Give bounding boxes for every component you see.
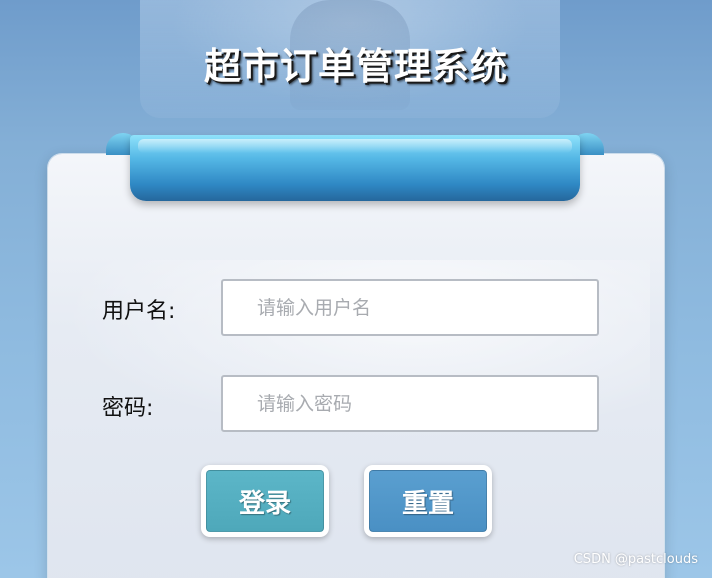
username-input[interactable]	[221, 279, 599, 336]
login-panel	[48, 154, 664, 578]
password-input[interactable]	[221, 375, 599, 432]
panel-ribbon	[106, 133, 604, 203]
page-title: 超市订单管理系统	[204, 45, 508, 88]
ribbon-band	[130, 135, 580, 201]
login-button[interactable]: 登录	[206, 470, 324, 532]
password-label: 密码:	[102, 396, 154, 421]
reset-button[interactable]: 重置	[369, 470, 487, 532]
login-button-frame: 登录	[201, 465, 329, 537]
reset-button-frame: 重置	[364, 465, 492, 537]
username-label: 用户名:	[102, 299, 176, 324]
watermark: CSDN @pastclouds	[573, 552, 698, 567]
